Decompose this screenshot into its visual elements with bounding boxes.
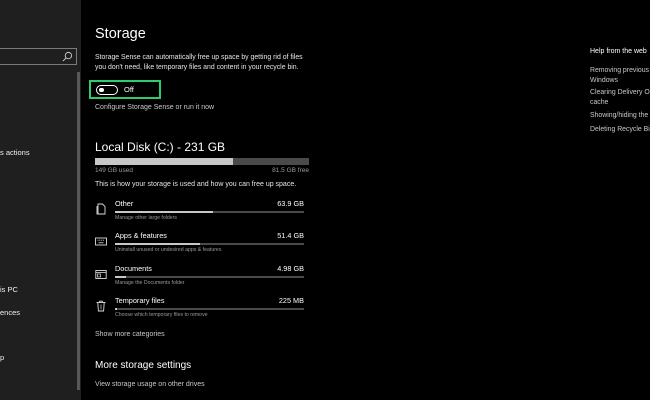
nav-item-this-pc[interactable]: is PC xyxy=(0,285,18,294)
disk-free-label: 81.5 GB free xyxy=(272,167,309,174)
show-more-categories-link[interactable]: Show more categories xyxy=(95,331,165,338)
storage-sense-toggle[interactable] xyxy=(96,85,118,95)
category-description: Manage other large folders xyxy=(115,215,177,221)
disk-usage-fill xyxy=(95,158,234,165)
category-other[interactable]: Other 63.9 GB Manage other large folders xyxy=(95,199,309,227)
category-size: 225 MB xyxy=(278,296,304,305)
category-name: Other xyxy=(115,199,134,208)
page-title: Storage xyxy=(95,26,146,42)
help-panel: Help from the web Removing previous Wind… xyxy=(590,0,650,400)
category-size: 51.4 GB xyxy=(277,231,304,240)
category-usage-bar xyxy=(115,243,304,245)
folder-icon xyxy=(95,270,107,279)
category-size: 4.98 GB xyxy=(277,264,304,273)
disk-title: Local Disk (C:) - 231 GB xyxy=(95,140,226,154)
view-other-drives-link[interactable]: View storage usage on other drives xyxy=(95,381,205,388)
search-icon xyxy=(62,51,73,62)
help-link-line: Removing previous xyxy=(590,67,649,74)
help-link-line: Showing/hiding the xyxy=(590,112,649,119)
category-name: Documents xyxy=(115,264,152,273)
usage-note: This is how your storage is used and how… xyxy=(95,181,297,188)
toggle-knob xyxy=(99,87,104,92)
category-usage-fill xyxy=(115,243,201,245)
category-size: 63.9 GB xyxy=(277,199,304,208)
help-title: Help from the web xyxy=(590,48,647,55)
category-apps-features[interactable]: Apps & features 51.4 GB Uninstall unused… xyxy=(95,231,309,259)
nav-item-preferences[interactable]: ences xyxy=(0,308,20,317)
category-usage-fill xyxy=(115,211,214,213)
category-temporary-files[interactable]: Temporary files 225 MB Choose which temp… xyxy=(95,296,309,324)
nav-item-app[interactable]: p xyxy=(0,353,4,362)
category-name: Temporary files xyxy=(115,296,165,305)
category-usage-bar xyxy=(115,308,304,310)
category-description: Choose which temporary files to remove xyxy=(115,312,208,318)
disk-used-label: 149 GB used xyxy=(95,167,133,174)
category-usage-fill xyxy=(115,276,127,278)
category-usage-fill xyxy=(115,308,117,310)
help-link-clearing-delivery[interactable]: Clearing Delivery O cache xyxy=(590,88,650,107)
keyboard-icon xyxy=(95,237,107,246)
help-link-line: Deleting Recycle Bi xyxy=(590,126,650,133)
nav-scrollbar[interactable] xyxy=(77,72,80,390)
more-storage-settings-heading: More storage settings xyxy=(95,360,192,371)
category-usage-bar xyxy=(115,276,304,278)
help-link-line: Windows xyxy=(590,76,618,84)
help-link-deleting-recycle-bin[interactable]: Deleting Recycle Bi xyxy=(590,125,650,135)
disk-usage-bar xyxy=(95,158,309,165)
search-input[interactable] xyxy=(0,48,77,65)
category-usage-bar xyxy=(115,211,304,213)
category-name: Apps & features xyxy=(115,231,167,240)
category-description: Manage the Documents folder xyxy=(115,280,185,286)
category-description: Uninstall unused or undesired apps & fea… xyxy=(115,247,222,253)
document-icon xyxy=(96,203,106,215)
help-link-line: Clearing Delivery O xyxy=(590,89,650,96)
category-documents[interactable]: Documents 4.98 GB Manage the Documents f… xyxy=(95,264,309,292)
nav-item-actions[interactable]: s actions xyxy=(0,148,30,157)
left-nav-pane: s actions is PC ences p xyxy=(0,0,81,400)
help-link-line: cache xyxy=(590,98,609,106)
storage-sense-toggle-highlight: Off xyxy=(89,80,161,99)
storage-settings-main: Storage Storage Sense can automatically … xyxy=(81,0,581,400)
help-link-removing-previous[interactable]: Removing previous Windows xyxy=(590,66,650,85)
storage-sense-description: Storage Sense can automatically free up … xyxy=(95,54,303,71)
configure-storage-sense-link[interactable]: Configure Storage Sense or run it now xyxy=(95,104,214,111)
toggle-state-label: Off xyxy=(124,85,134,94)
help-link-showing-hiding[interactable]: Showing/hiding the xyxy=(590,111,650,121)
trash-icon xyxy=(96,300,106,312)
